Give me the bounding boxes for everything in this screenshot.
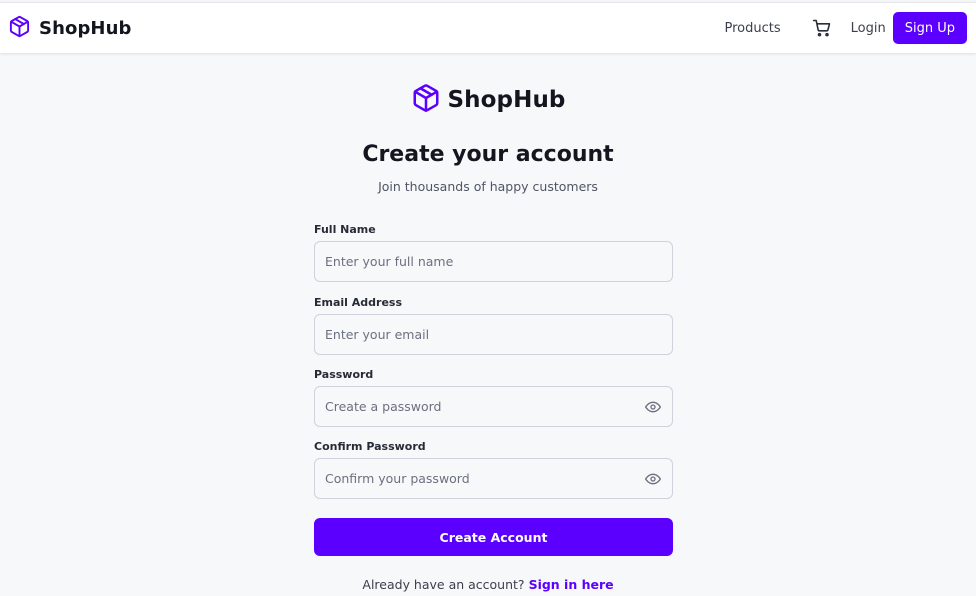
signin-link[interactable]: Sign in here: [529, 577, 614, 592]
password-label: Password: [314, 368, 374, 381]
nav-link-products[interactable]: Products: [725, 21, 781, 36]
full-name-label: Full Name: [314, 223, 376, 236]
signup-button[interactable]: Sign Up: [892, 12, 967, 44]
signin-prompt: Already have an account? Sign in here: [0, 577, 976, 592]
full-name-input[interactable]: [325, 254, 662, 269]
cart-icon[interactable]: [811, 17, 833, 39]
confirm-password-label: Confirm Password: [314, 440, 426, 453]
signup-page: ShopHub Create your account Join thousan…: [0, 53, 976, 596]
eye-icon[interactable]: [644, 470, 662, 488]
page-title: Create your account: [362, 142, 614, 167]
signin-prompt-text: Already have an account?: [362, 577, 525, 592]
brand-name: ShopHub: [39, 17, 132, 39]
email-input[interactable]: [325, 327, 662, 342]
nav-link-login[interactable]: Login: [851, 21, 886, 36]
email-label: Email Address: [314, 296, 403, 309]
confirm-password-input[interactable]: [325, 471, 644, 486]
create-account-button[interactable]: Create Account: [314, 518, 673, 556]
page-subtitle: Join thousands of happy customers: [378, 179, 598, 194]
brand-logo-link[interactable]: ShopHub: [8, 15, 132, 42]
cube-icon: [8, 15, 31, 42]
confirm-password-field-wrapper: [314, 458, 673, 499]
password-input[interactable]: [325, 399, 644, 414]
page-brand-logo: ShopHub: [0, 83, 976, 117]
email-field-wrapper: [314, 314, 673, 355]
top-navbar: ShopHub Products Login Sign Up: [0, 2, 976, 53]
full-name-field-wrapper: [314, 241, 673, 282]
password-field-wrapper: [314, 386, 673, 427]
eye-icon[interactable]: [644, 398, 662, 416]
page-brand-name: ShopHub: [447, 87, 566, 113]
cube-icon: [411, 83, 441, 117]
nav-actions: Products Login Sign Up: [725, 12, 967, 44]
